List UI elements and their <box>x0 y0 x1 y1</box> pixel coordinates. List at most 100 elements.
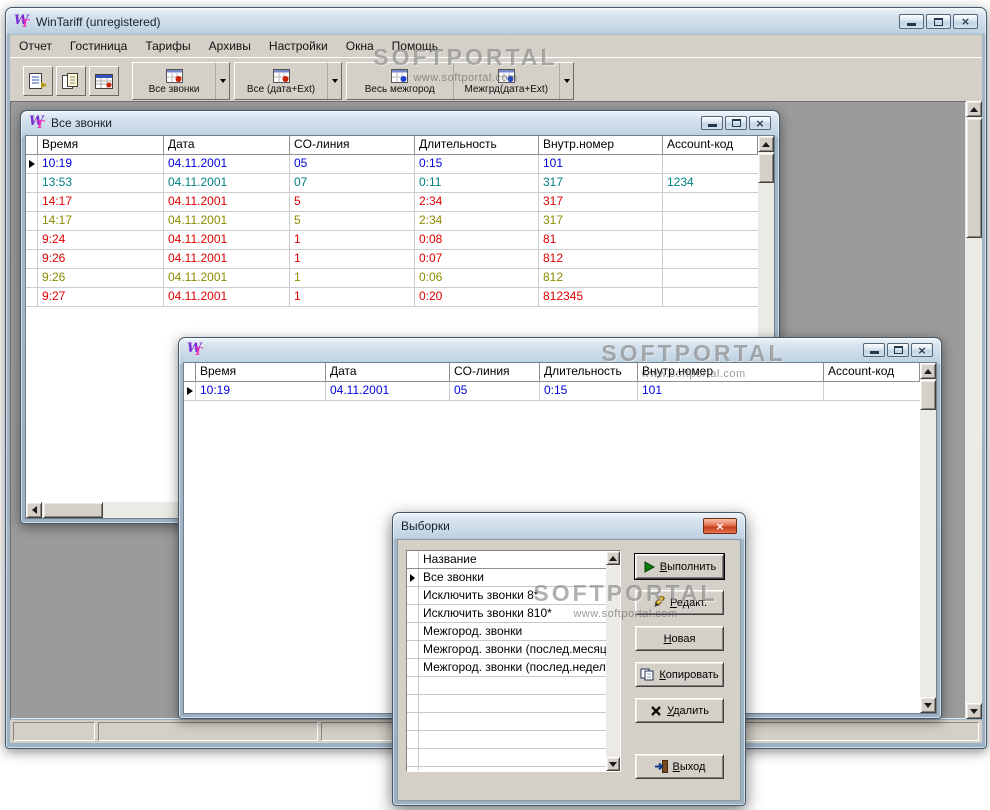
column-header-time[interactable]: Время <box>196 363 326 381</box>
list-item[interactable]: Межгород. звонки <box>407 623 606 641</box>
scroll-down-button[interactable] <box>606 757 620 771</box>
table-row[interactable]: 9:24 04.11.2001 1 0:08 81 <box>26 231 758 250</box>
table-header: Время Дата CO-линия Длительность Внутр.н… <box>26 136 758 155</box>
close-icon: × <box>715 519 725 533</box>
new-button[interactable]: Новая <box>635 626 724 651</box>
scroll-thumb[interactable] <box>920 380 936 410</box>
close-button[interactable]: × <box>953 14 978 29</box>
table-row[interactable]: 9:27 04.11.2001 1 0:20 812345 <box>26 288 758 307</box>
list-item[interactable]: Исключить звонки 8* <box>407 587 606 605</box>
scroll-down-button[interactable] <box>920 697 936 713</box>
filter-long-distance-dropdown[interactable] <box>559 63 573 99</box>
delete-button[interactable]: Удалить <box>635 698 724 723</box>
scroll-thumb[interactable] <box>758 153 774 183</box>
menu-report[interactable]: Отчет <box>10 36 61 56</box>
cell-ext: 812 <box>539 269 663 287</box>
menu-tariffs[interactable]: Тарифы <box>136 36 199 56</box>
maximize-icon <box>934 17 943 26</box>
scroll-left-button[interactable] <box>26 502 42 518</box>
table-row[interactable]: 14:17 04.11.2001 5 2:34 317 <box>26 212 758 231</box>
minimize-button[interactable] <box>863 343 885 357</box>
column-header-date[interactable]: Дата <box>164 136 290 154</box>
filter-all-date-ext-button[interactable]: Все (дата+Ext) <box>235 63 327 99</box>
list-item[interactable]: Исключить звонки 810* <box>407 605 606 623</box>
cell-account <box>663 193 758 211</box>
mdi-vertical-scrollbar[interactable] <box>966 101 982 719</box>
column-header-ext[interactable]: Внутр.номер <box>539 136 663 154</box>
scroll-up-button[interactable] <box>920 363 936 379</box>
main-titlebar[interactable]: WT WinTariff (unregistered) × <box>6 8 986 35</box>
list-item[interactable]: Все звонки <box>407 569 606 587</box>
menu-archives[interactable]: Архивы <box>200 36 260 56</box>
menu-settings[interactable]: Настройки <box>260 36 337 56</box>
minimize-button[interactable] <box>899 14 924 29</box>
column-header-date[interactable]: Дата <box>326 363 450 381</box>
all-calls-titlebar[interactable]: WT Все звонки × <box>21 111 779 135</box>
calendar-report-button[interactable] <box>89 66 119 96</box>
menu-windows[interactable]: Окна <box>337 36 383 56</box>
scroll-down-button[interactable] <box>966 703 982 719</box>
column-header-duration[interactable]: Длительность <box>415 136 539 154</box>
list-item-empty <box>407 767 606 771</box>
column-header-duration[interactable]: Длительность <box>540 363 638 381</box>
column-header-ext[interactable]: Внутр.номер <box>638 363 824 381</box>
list-item-empty <box>407 749 606 767</box>
close-button[interactable]: × <box>703 518 737 534</box>
detail-titlebar[interactable]: WT × <box>179 338 941 362</box>
list-item[interactable]: Межгород. звонки (послед.неделя) <box>407 659 606 677</box>
copy-button[interactable]: Копировать <box>635 662 724 687</box>
scroll-up-button[interactable] <box>606 551 620 565</box>
app-icon: WT <box>187 341 203 358</box>
delete-button-label: Удалить <box>666 704 709 717</box>
cell-account <box>663 212 758 230</box>
maximize-button[interactable] <box>725 116 747 130</box>
table-row[interactable]: 10:19 04.11.2001 05 0:15 101 <box>184 382 920 401</box>
column-header-line[interactable]: CO-линия <box>290 136 415 154</box>
table-row[interactable]: 14:17 04.11.2001 5 2:34 317 <box>26 193 758 212</box>
report-button[interactable] <box>23 66 53 96</box>
scroll-up-button[interactable] <box>758 136 774 152</box>
filter-label: Все (дата+Ext) <box>246 83 316 95</box>
exit-button[interactable]: Выход <box>635 754 724 779</box>
scroll-thumb[interactable] <box>966 118 982 238</box>
filter-all-calls-dropdown[interactable] <box>215 63 229 99</box>
table-row[interactable]: 10:19 04.11.2001 05 0:15 101 <box>26 155 758 174</box>
column-header-account[interactable]: Account-код <box>824 363 920 381</box>
dialog-client: Название Все звонки Исключить звонки 8* … <box>397 539 741 801</box>
close-button[interactable]: × <box>911 343 933 357</box>
filter-long-distance-date-ext-button[interactable]: Межгрд(дата+Ext) <box>454 63 560 99</box>
window-controls: × <box>863 343 933 357</box>
menu-help[interactable]: Помощь <box>383 36 447 56</box>
column-header-account[interactable]: Account-код <box>663 136 758 154</box>
copy-report-button[interactable] <box>56 66 86 96</box>
cell-ext: 101 <box>539 155 663 173</box>
column-header-line[interactable]: CO-линия <box>450 363 540 381</box>
filter-group-all-date-ext: Все (дата+Ext) <box>234 62 342 100</box>
scroll-up-button[interactable] <box>966 101 982 117</box>
table-row[interactable]: 9:26 04.11.2001 1 0:07 812 <box>26 250 758 269</box>
run-button[interactable]: Выполнить <box>634 553 725 580</box>
scroll-thumb[interactable] <box>43 502 103 518</box>
cell-date: 04.11.2001 <box>326 382 450 400</box>
cell-time: 9:24 <box>38 231 164 249</box>
list-vertical-scrollbar[interactable] <box>606 551 620 771</box>
filter-long-distance-button[interactable]: Весь межгород <box>347 63 453 99</box>
edit-button[interactable]: Редакт. <box>635 590 724 615</box>
list-item[interactable]: Межгород. звонки (послед.месяц) <box>407 641 606 659</box>
filter-all-date-ext-dropdown[interactable] <box>327 63 341 99</box>
dialog-titlebar[interactable]: Выборки × <box>393 513 745 539</box>
table-row[interactable]: 13:53 04.11.2001 07 0:11 317 1234 <box>26 174 758 193</box>
column-header-time[interactable]: Время <box>38 136 164 154</box>
grid-vertical-scrollbar[interactable] <box>920 363 936 713</box>
filter-all-calls-button[interactable]: Все звонки <box>133 63 215 99</box>
row-indicator-cell <box>26 269 38 287</box>
maximize-button[interactable] <box>926 14 951 29</box>
cell-account <box>663 288 758 306</box>
maximize-button[interactable] <box>887 343 909 357</box>
table-row[interactable]: 9:26 04.11.2001 1 0:06 812 <box>26 269 758 288</box>
menu-hotel[interactable]: Гостиница <box>61 36 136 56</box>
close-button[interactable]: × <box>749 116 771 130</box>
cell-ext: 317 <box>539 174 663 192</box>
maximize-icon <box>893 346 903 354</box>
minimize-button[interactable] <box>701 116 723 130</box>
